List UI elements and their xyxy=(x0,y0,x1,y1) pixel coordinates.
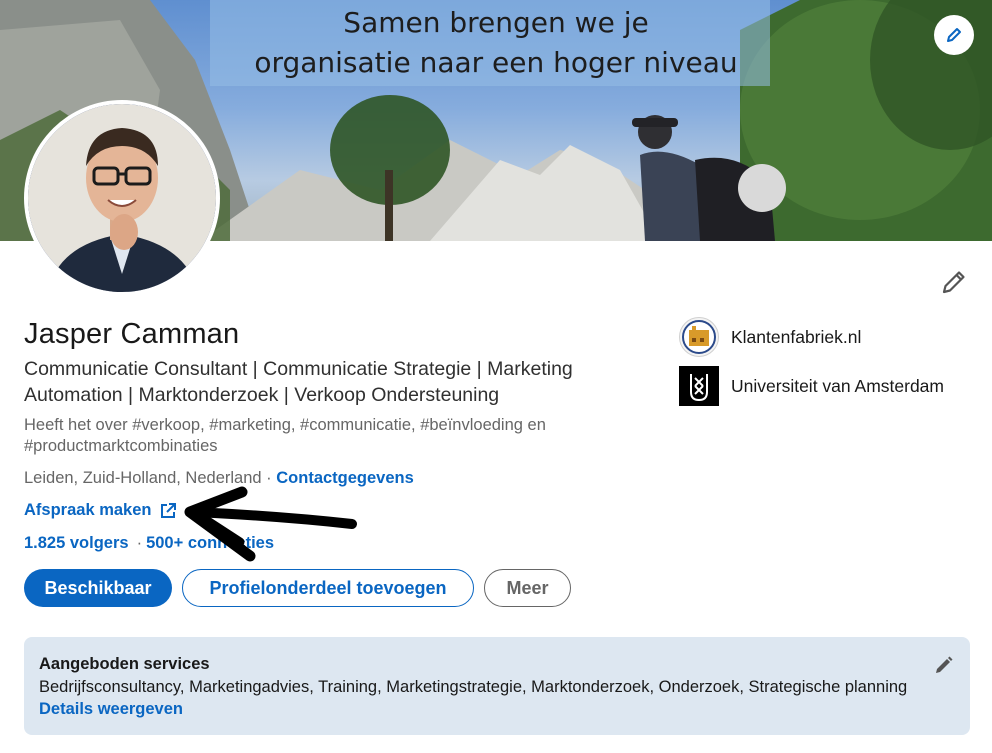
banner-text-line-2: organisatie naar een hoger niveau xyxy=(254,46,738,79)
profile-hashtags: Heeft het over #verkoop, #marketing, #co… xyxy=(24,416,546,455)
profile-location: Leiden, Zuid-Holland, Nederland xyxy=(24,469,262,487)
profile-headline: Communicatie Consultant | Communicatie S… xyxy=(24,358,573,406)
available-button[interactable]: Beschikbaar xyxy=(24,569,172,607)
company-uva[interactable]: Universiteit van Amsterdam xyxy=(679,366,944,406)
company-name: Universiteit van Amsterdam xyxy=(731,375,944,396)
services-details-link[interactable]: Details weergeven xyxy=(39,700,183,719)
services-card[interactable]: Aangeboden services Bedrijfsconsultancy,… xyxy=(24,637,970,735)
external-link-icon xyxy=(161,502,177,518)
appointment-link[interactable]: Afspraak maken xyxy=(24,501,177,520)
services-list: Bedrijfsconsultancy, Marketingadvies, Tr… xyxy=(39,678,908,696)
klantenfabriek-logo-icon xyxy=(679,317,719,357)
edit-profile-button[interactable] xyxy=(938,266,970,298)
add-profile-section-button[interactable]: Profielonderdeel toevoegen xyxy=(182,569,474,607)
avatar-portrait xyxy=(28,104,216,292)
company-klantenfabriek[interactable]: Klantenfabriek.nl xyxy=(679,317,861,357)
profile-photo[interactable] xyxy=(24,100,220,296)
services-title: Aangeboden services xyxy=(39,655,210,673)
appointment-link-label: Afspraak maken xyxy=(24,501,152,519)
pencil-icon xyxy=(936,656,953,673)
location-separator: · xyxy=(261,469,277,487)
avatar xyxy=(28,104,216,292)
hand-drawn-arrow-annotation xyxy=(184,486,357,562)
more-button[interactable]: Meer xyxy=(484,569,571,607)
uva-logo-icon xyxy=(679,366,719,406)
profile-name: Jasper Camman xyxy=(24,318,240,350)
stats-separator: · xyxy=(136,534,143,552)
pencil-icon xyxy=(942,271,965,294)
followers-link[interactable]: 1.825 volgers xyxy=(24,534,129,552)
pencil-icon xyxy=(947,28,961,42)
banner-text-line-1: Samen brengen we je xyxy=(343,6,649,39)
edit-banner-button[interactable] xyxy=(934,15,974,55)
contact-info-link[interactable]: Contactgegevens xyxy=(276,469,414,487)
edit-services-button[interactable] xyxy=(932,653,956,677)
company-name: Klantenfabriek.nl xyxy=(731,326,862,347)
